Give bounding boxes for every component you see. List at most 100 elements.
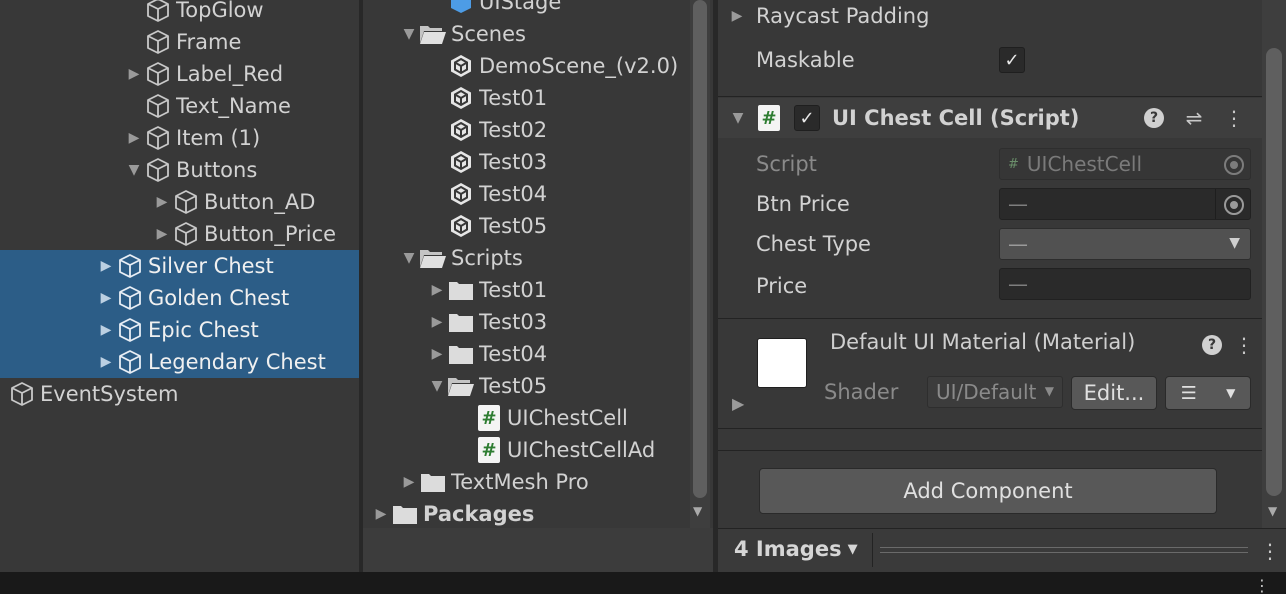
gameobject-icon — [172, 220, 200, 248]
status-more-options-icon[interactable]: ⋮ — [1250, 576, 1274, 594]
expand-arrow-right-icon[interactable]: ▶ — [427, 314, 447, 330]
project-item-label: Test01 — [479, 278, 548, 302]
project-scrollbar-thumb[interactable] — [693, 0, 707, 498]
hierarchy-item[interactable]: ▶ Silver Chest — [0, 250, 359, 282]
preview-more-options-icon[interactable]: ⋮ — [1258, 539, 1282, 563]
inspector-scrollbar[interactable]: ▼ — [1262, 0, 1286, 528]
presets-icon[interactable]: ⇌ — [1182, 106, 1206, 130]
expand-arrow-right-icon[interactable]: ▶ — [427, 282, 447, 298]
folder-icon — [447, 340, 475, 368]
expand-arrow-down-icon[interactable]: ▼ — [124, 162, 144, 178]
project-item[interactable]: Test02 — [363, 114, 687, 146]
shader-options-button[interactable]: ☰ ▼ — [1165, 376, 1251, 410]
hierarchy-item-label: Legendary Chest — [148, 350, 326, 374]
project-item[interactable]: Test05 — [363, 210, 687, 242]
hierarchy-item[interactable]: ▼ Buttons — [0, 154, 359, 186]
hierarchy-item[interactable]: ▶ Epic Chest — [0, 314, 359, 346]
project-item[interactable]: ▶ Test04 — [363, 338, 687, 370]
csharp-script-icon: # — [758, 105, 780, 131]
expand-arrow-down-icon[interactable]: ▼ — [399, 250, 419, 266]
project-item[interactable]: # UIChestCell — [363, 402, 687, 434]
raycast-padding-row[interactable]: ▶ Raycast Padding — [718, 0, 1286, 36]
component-enabled-checkbox[interactable]: ✓ — [794, 105, 820, 131]
inspector-scrollbar-thumb[interactable] — [1266, 48, 1282, 496]
hierarchy-item-label: Text_Name — [176, 94, 291, 118]
hierarchy-item[interactable]: ▶ Label_Red — [0, 58, 359, 90]
expand-arrow-right-icon[interactable]: ▶ — [427, 346, 447, 362]
scroll-down-arrow-icon[interactable]: ▼ — [693, 504, 702, 518]
maskable-checkbox[interactable]: ✓ — [999, 47, 1025, 73]
raycast-padding-foldout-icon[interactable]: ▶ — [718, 8, 756, 24]
hierarchy-item[interactable]: ▶ Button_AD — [0, 186, 359, 218]
material-bottom-separator — [718, 428, 1286, 429]
hierarchy-item[interactable]: Frame — [0, 26, 359, 58]
hierarchy-item[interactable]: EventSystem — [0, 378, 359, 410]
unity-scene-icon — [447, 212, 475, 240]
project-item[interactable]: ▶ TextMesh Pro — [363, 466, 687, 498]
project-item[interactable]: ▼ Scripts — [363, 242, 687, 274]
chest-type-dropdown[interactable]: — ▼ — [999, 228, 1251, 260]
hierarchy-item-label: Epic Chest — [148, 318, 259, 342]
project-item[interactable]: ▼ Test05 — [363, 370, 687, 402]
hierarchy-item[interactable]: ▶ Legendary Chest — [0, 346, 359, 378]
gameobject-icon — [144, 124, 172, 152]
hierarchy-item[interactable]: ▶ Button_Price — [0, 218, 359, 250]
project-item[interactable]: ▶ Test03 — [363, 306, 687, 338]
project-item-label: Test02 — [479, 118, 548, 142]
expand-arrow-right-icon[interactable]: ▶ — [124, 130, 144, 146]
project-item[interactable]: DemoScene_(v2.0) — [363, 50, 687, 82]
project-item[interactable]: Test04 — [363, 178, 687, 210]
material-separator — [718, 318, 1286, 319]
project-item-label: UIChestCell — [507, 406, 628, 430]
gameobject-icon — [172, 188, 200, 216]
expand-arrow-right-icon[interactable]: ▶ — [152, 226, 172, 242]
preview-dropdown[interactable]: 4 Images ▼ — [734, 537, 858, 561]
project-item[interactable]: ▶ Packages — [363, 498, 687, 530]
edit-shader-button[interactable]: Edit... — [1071, 376, 1157, 410]
project-item[interactable]: Test03 — [363, 146, 687, 178]
hierarchy-item[interactable]: TopGlow — [0, 0, 359, 26]
material-foldout-icon[interactable]: ▶ — [732, 394, 744, 413]
project-item[interactable]: ▶ Test01 — [363, 274, 687, 306]
expand-arrow-right-icon[interactable]: ▶ — [371, 506, 391, 522]
scroll-down-arrow-icon[interactable]: ▼ — [1268, 504, 1277, 518]
expand-arrow-right-icon[interactable]: ▶ — [152, 194, 172, 210]
price-label: Price — [756, 274, 808, 298]
expand-arrow-right-icon[interactable]: ▶ — [124, 66, 144, 82]
material-preview — [757, 338, 807, 388]
shader-dropdown[interactable]: UI/Default ▼ — [927, 376, 1063, 408]
project-item-label: Test01 — [479, 86, 548, 110]
expand-arrow-right-icon[interactable]: ▶ — [96, 322, 116, 338]
price-field[interactable]: — — [999, 268, 1251, 300]
inspector-panel: ▶ Raycast Padding Maskable ✓ ▼ # ✓ UI Ch… — [718, 0, 1286, 572]
more-options-icon[interactable]: ⋮ — [1222, 106, 1246, 130]
hierarchy-item-label: Button_AD — [204, 190, 316, 214]
chest-type-label: Chest Type — [756, 232, 871, 256]
expand-arrow-right-icon[interactable]: ▶ — [96, 258, 116, 274]
btn-price-field[interactable]: — — [999, 188, 1251, 220]
project-item[interactable]: ▼ Scenes — [363, 18, 687, 50]
help-icon[interactable]: ? — [1142, 106, 1166, 130]
object-picker-icon[interactable] — [1224, 195, 1244, 215]
project-item[interactable]: Test01 — [363, 82, 687, 114]
material-help-icon[interactable]: ? — [1200, 333, 1224, 357]
script-label: Script — [756, 152, 817, 176]
project-item[interactable]: # UIChestCellAd — [363, 434, 687, 466]
component-foldout-icon[interactable]: ▼ — [718, 110, 758, 126]
hierarchy-item[interactable]: ▶ Item (1) — [0, 122, 359, 154]
hierarchy-item-label: TopGlow — [176, 0, 264, 22]
project-item[interactable]: UIStage — [363, 0, 687, 18]
unity-scene-icon — [447, 52, 475, 80]
expand-arrow-right-icon[interactable]: ▶ — [96, 290, 116, 306]
expand-arrow-right-icon[interactable]: ▶ — [96, 354, 116, 370]
expand-arrow-down-icon[interactable]: ▼ — [399, 26, 419, 42]
material-more-options-icon[interactable]: ⋮ — [1232, 333, 1256, 357]
add-component-button[interactable]: Add Component — [759, 468, 1217, 514]
expand-arrow-right-icon[interactable]: ▶ — [399, 474, 419, 490]
expand-arrow-down-icon[interactable]: ▼ — [427, 378, 447, 394]
prefab-icon — [447, 0, 475, 16]
project-scrollbar[interactable]: ▼ — [690, 0, 710, 528]
preview-resize-handle[interactable] — [880, 547, 1248, 553]
hierarchy-item[interactable]: ▶ Golden Chest — [0, 282, 359, 314]
hierarchy-item[interactable]: Text_Name — [0, 90, 359, 122]
